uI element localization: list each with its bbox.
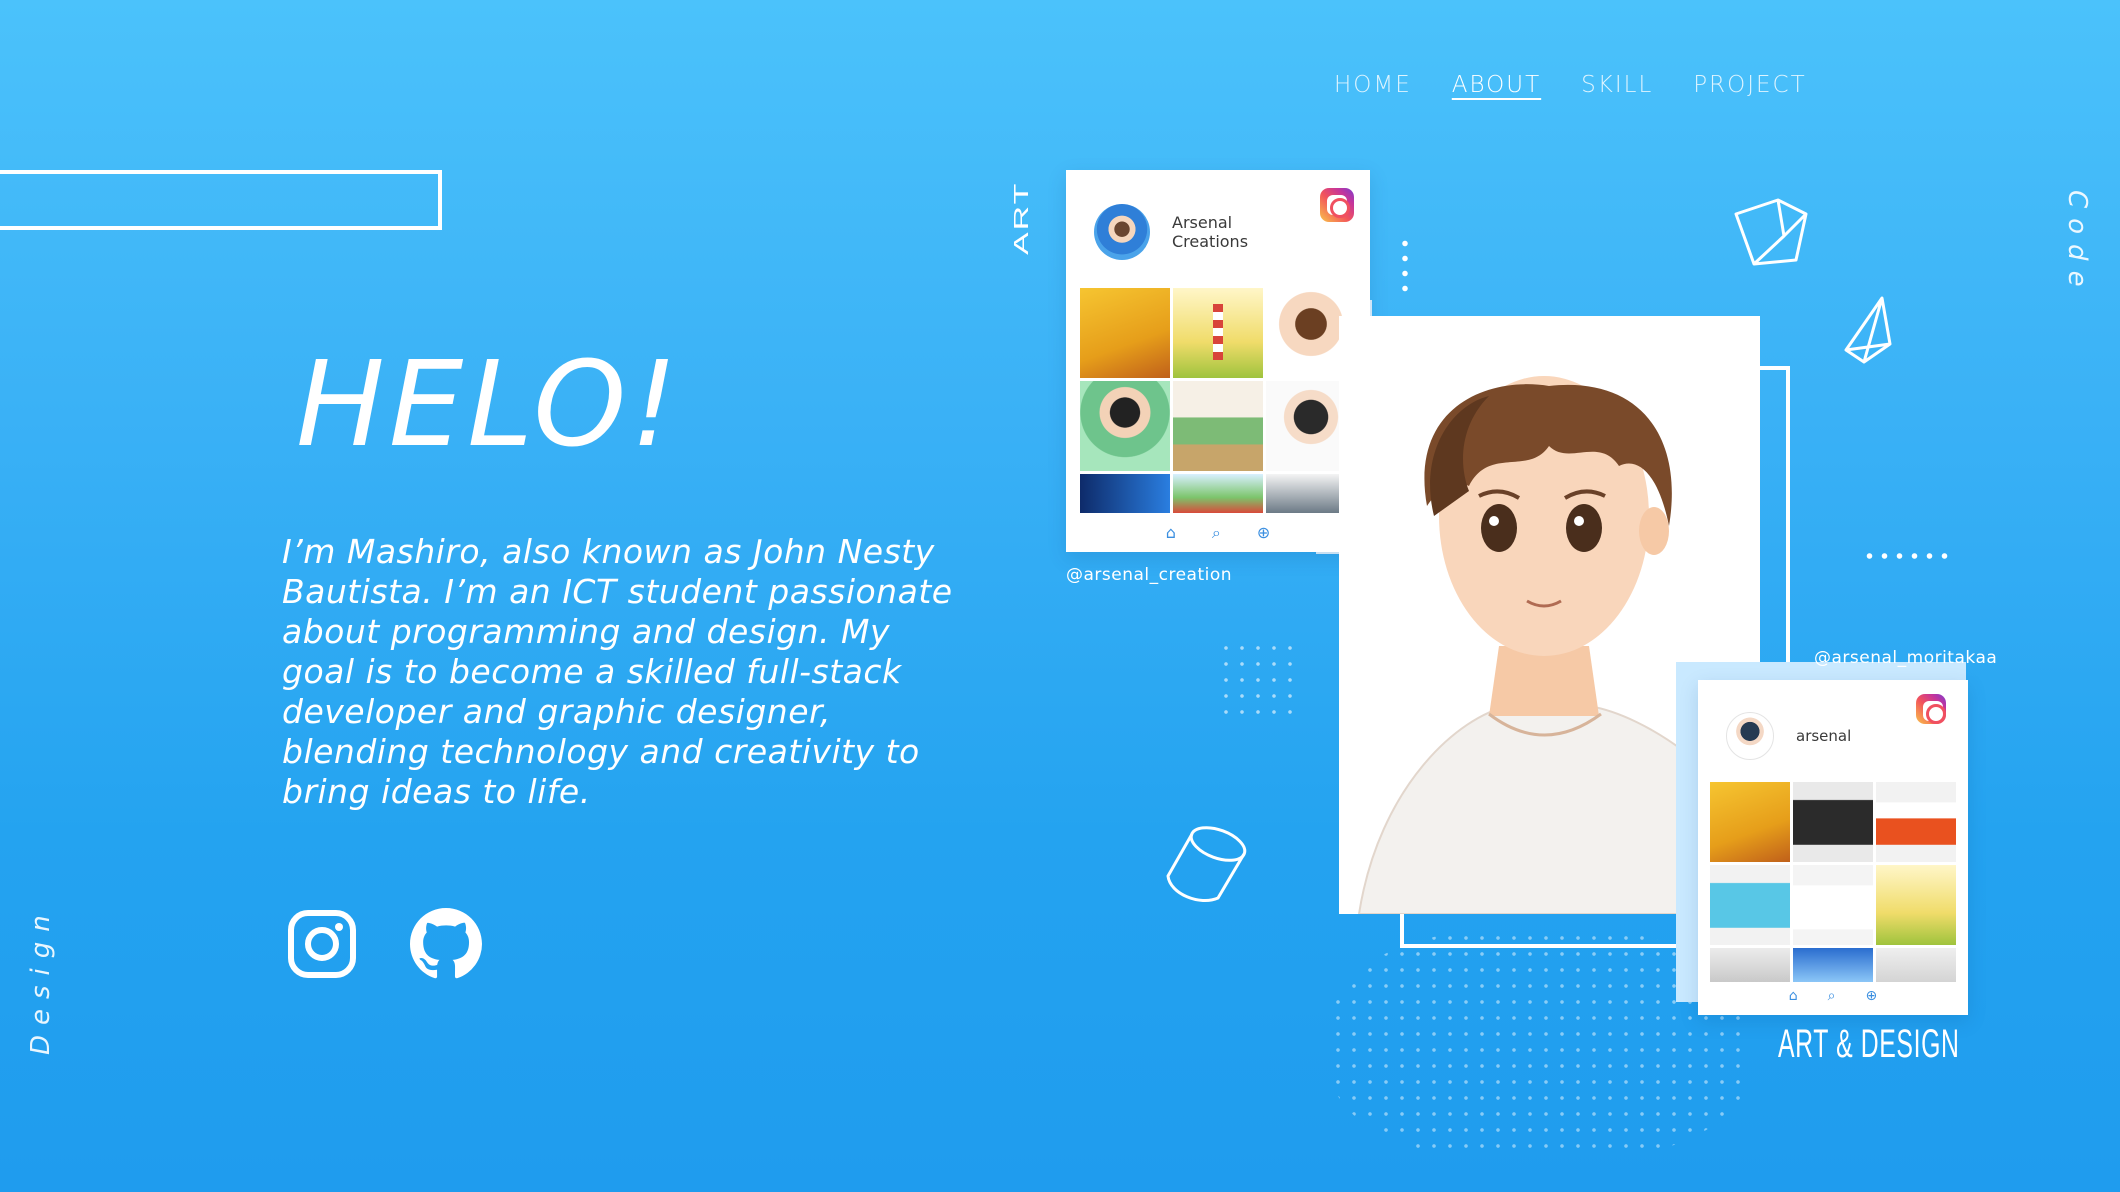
code-label: Code <box>2062 190 2092 297</box>
cylinder-sketch-icon <box>1166 826 1247 903</box>
art-handle[interactable]: @arsenal_creation <box>1066 565 1232 585</box>
nav-project[interactable]: PROJECT <box>1693 72 1806 98</box>
instagram-tab-bar: ⌂ ⌕ ⊕ <box>1698 988 1968 1004</box>
avatar <box>1726 712 1774 760</box>
dot-pattern <box>1218 640 1300 724</box>
instagram-tab-bar: ⌂ ⌕ ⊕ <box>1066 523 1370 543</box>
pyramid-sketch-icon <box>1844 296 1892 364</box>
instagram-logo-icon <box>1320 188 1354 222</box>
add-icon[interactable]: ⊕ <box>1257 523 1270 543</box>
instagram-logo-icon <box>1916 694 1946 724</box>
design-label: Design <box>26 905 56 1055</box>
nav-skill[interactable]: SKILL <box>1581 72 1653 98</box>
home-icon[interactable]: ⌂ <box>1789 988 1798 1004</box>
avatar <box>1094 204 1150 260</box>
post-grid <box>1080 288 1356 513</box>
art-design-label: ART & DESIGN <box>1778 1022 1960 1066</box>
cube-sketch-icon <box>1734 198 1808 266</box>
profile-header: arsenal <box>1726 712 1896 760</box>
top-nav: HOME ABOUT SKILL PROJECT <box>1334 72 1807 98</box>
search-icon[interactable]: ⌕ <box>1828 988 1836 1004</box>
profile-name: arsenal <box>1796 726 1852 745</box>
search-icon[interactable]: ⌕ <box>1212 523 1221 543</box>
profile-header: Arsenal Creations <box>1094 204 1272 260</box>
github-link[interactable] <box>410 908 482 980</box>
decorative-frame <box>0 170 442 230</box>
design-handle[interactable]: @arsenal_moritakaa <box>1814 648 1997 668</box>
nav-about[interactable]: ABOUT <box>1452 72 1541 98</box>
profile-name: Arsenal Creations <box>1172 213 1249 251</box>
hero-description: I’m Mashiro, also known as John Nesty Ba… <box>282 532 953 811</box>
instagram-icon <box>288 910 356 978</box>
home-icon[interactable]: ⌂ <box>1166 523 1176 543</box>
art-label: ART <box>1010 181 1033 255</box>
hero-title: HELO! <box>296 335 682 473</box>
dots-decoration <box>1862 552 1950 560</box>
github-icon <box>410 908 482 979</box>
nav-home[interactable]: HOME <box>1334 72 1412 98</box>
add-icon[interactable]: ⊕ <box>1866 988 1878 1004</box>
dots-decoration <box>1402 236 1408 294</box>
instagram-card-design[interactable]: arsenal ⌂ ⌕ ⊕ <box>1698 680 1968 1015</box>
instagram-card-art[interactable]: Arsenal Creations ⌂ ⌕ ⊕ <box>1066 170 1370 552</box>
instagram-link[interactable] <box>286 908 358 980</box>
post-grid <box>1710 782 1956 982</box>
